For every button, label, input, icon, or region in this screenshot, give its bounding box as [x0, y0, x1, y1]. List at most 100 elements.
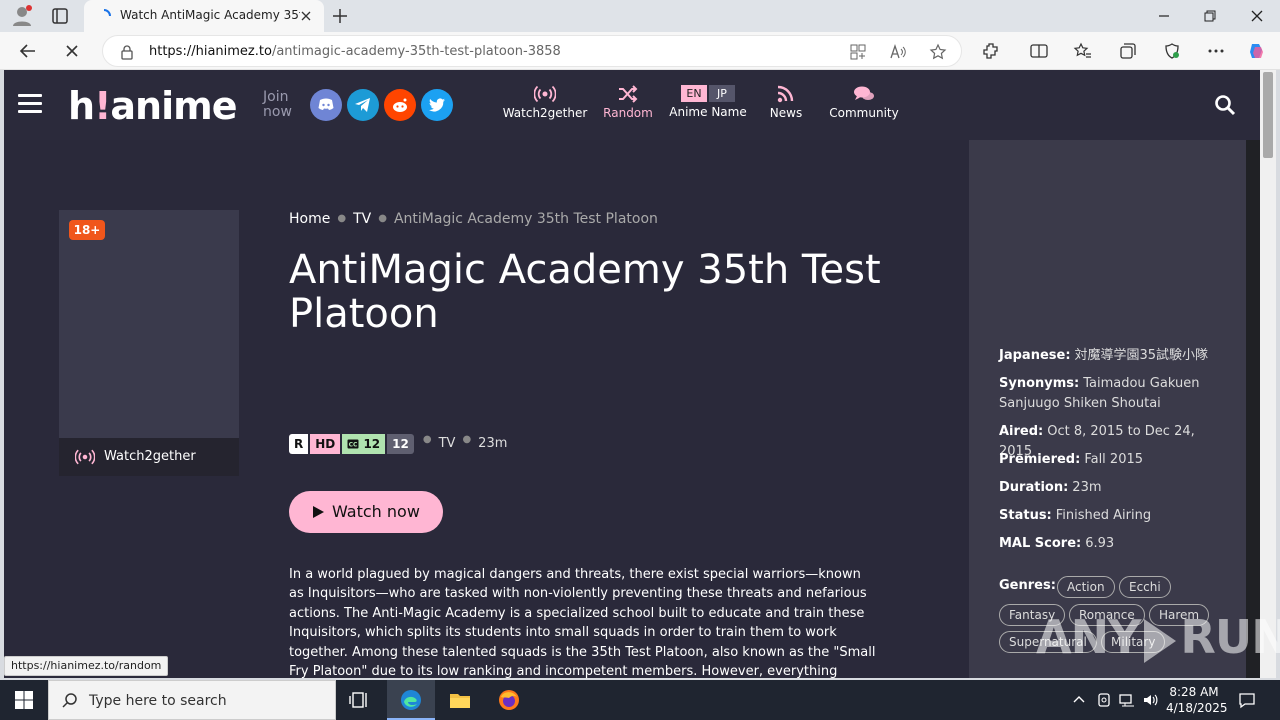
task-view-button[interactable]	[336, 680, 384, 720]
close-tab-icon[interactable]	[298, 8, 314, 24]
folder-icon	[450, 694, 470, 708]
profile-icon[interactable]	[10, 4, 34, 28]
anime-meta-ticks: R HD CC 12 12 ● TV ● 23m	[289, 434, 507, 454]
play-icon	[313, 506, 324, 518]
breadcrumb-current: AntiMagic Academy 35th Test Platoon	[393, 211, 658, 227]
twitter-button[interactable]	[421, 89, 453, 121]
browser-tab-active[interactable]: Watch AntiMagic Academy 35th Test Platoo…	[84, 0, 324, 32]
volume-icon[interactable]	[1142, 691, 1160, 709]
back-icon[interactable]	[18, 41, 38, 61]
url-text[interactable]: https://hianimez.to/antimagic-academy-35…	[149, 44, 561, 59]
taskbar-clock[interactable]: 8:28 AM 4/18/2025	[1166, 684, 1228, 716]
breadcrumb: Home ● TV ● AntiMagic Academy 35th Test Plat…	[289, 211, 658, 227]
read-aloud-icon[interactable]	[889, 43, 907, 61]
site-logo[interactable]: h!anime	[68, 84, 238, 128]
twitter-icon	[429, 98, 445, 112]
windows-start-icon[interactable]	[14, 690, 34, 710]
taskbar-file-explorer[interactable]	[436, 680, 484, 720]
scrollbar-thumb[interactable]	[1263, 72, 1273, 158]
watch-now-button[interactable]: Watch now	[289, 491, 443, 533]
telegram-button[interactable]	[347, 89, 379, 121]
info-status: Status: Finished Airing	[999, 508, 1152, 523]
new-tab-icon[interactable]	[330, 6, 350, 26]
search-icon	[62, 693, 77, 708]
shuffle-icon	[619, 85, 638, 103]
chat-bubbles-icon	[854, 86, 874, 100]
show-hidden-icons-chevron-icon[interactable]	[1070, 691, 1088, 709]
genre-tag[interactable]: Ecchi	[1119, 576, 1171, 598]
taskbar-search-box[interactable]: Type here to search	[48, 680, 336, 720]
anime-detail-main: 18+ Watch2gether Home ● TV ● AntiMagic Acade…	[4, 140, 969, 678]
sub-count-tick: CC 12	[342, 434, 386, 454]
reddit-icon	[393, 98, 407, 112]
anime-synopsis: In a world plagued by magical dangers an…	[289, 567, 876, 678]
anime-duration: 23m	[478, 436, 508, 451]
nav-community[interactable]: Community	[826, 85, 902, 120]
more-options-icon[interactable]	[1206, 41, 1226, 61]
network-icon[interactable]	[1118, 691, 1136, 709]
info-mal-score: MAL Score: 6.93	[999, 536, 1115, 551]
address-bar[interactable]: https://hianimez.to/antimagic-academy-35…	[102, 35, 962, 67]
hamburger-menu-icon[interactable]	[18, 94, 42, 116]
anime-type: TV	[438, 436, 456, 451]
genre-tag[interactable]: Action	[1057, 576, 1115, 598]
nav-anime-name-toggle[interactable]: EN JP Anime Name	[668, 85, 748, 119]
nav-random[interactable]: Random	[601, 85, 655, 120]
minimize-icon[interactable]	[1154, 6, 1174, 26]
tab-title: Watch AntiMagic Academy 35th Test Platoo…	[120, 8, 300, 22]
restore-icon[interactable]	[1200, 6, 1220, 26]
premiered-link[interactable]: Fall 2015	[1084, 452, 1143, 467]
info-premiered: Premiered: Fall 2015	[999, 452, 1144, 467]
status-bar-url: https://hianimez.to/random	[4, 656, 169, 676]
anime-title: AntiMagic Academy 35th Test Platoon	[289, 247, 881, 337]
nav-news[interactable]: News	[764, 85, 808, 120]
breadcrumb-home[interactable]: Home	[289, 211, 330, 227]
info-duration: Duration: 23m	[999, 480, 1102, 495]
tab-actions-icon[interactable]	[50, 6, 70, 26]
info-japanese: Japanese: 対魔導学園35試験小隊	[999, 348, 1209, 363]
breadcrumb-tv[interactable]: TV	[353, 211, 371, 227]
genres-label: Genres:	[999, 578, 1056, 593]
broadcast-icon	[75, 449, 95, 465]
site-header: h!anime Join now Watch2gether Random EN JP…	[4, 70, 1260, 140]
discord-button[interactable]	[310, 89, 342, 121]
episode-count-tick: 12	[387, 434, 414, 454]
taskbar-firefox[interactable]	[485, 680, 533, 720]
app-available-icon[interactable]	[849, 43, 867, 61]
device-icon[interactable]	[1095, 691, 1113, 709]
page-scrollbar[interactable]	[1260, 70, 1276, 678]
rss-icon	[777, 85, 794, 103]
taskbar-edge[interactable]	[387, 680, 435, 720]
stop-loading-icon[interactable]	[62, 41, 82, 61]
notifications-icon[interactable]	[1238, 691, 1256, 709]
info-synonyms: Synonyms: Taimadou Gakuen Sanjuugo Shiken…	[999, 376, 1200, 411]
task-view-icon	[349, 692, 367, 708]
close-window-icon[interactable]	[1247, 6, 1267, 26]
watch2gether-button[interactable]: Watch2gether	[59, 438, 239, 476]
telegram-icon	[355, 98, 370, 112]
copilot-icon[interactable]	[1247, 41, 1267, 61]
anyrun-watermark: ANY RUN	[1036, 610, 1280, 664]
split-screen-icon[interactable]	[1029, 41, 1049, 61]
favorites-icon[interactable]	[1073, 41, 1093, 61]
page-viewport: h!anime Join now Watch2gether Random EN JP…	[4, 70, 1276, 678]
anime-info-sidebar: Japanese: 対魔導学園35試験小隊 Synonyms: Taimadou G…	[969, 140, 1246, 678]
browser-tab-bar: Watch AntiMagic Academy 35th Test Platoo…	[0, 0, 1280, 32]
extensions-icon[interactable]	[981, 41, 1001, 61]
lang-en-toggle[interactable]: EN	[681, 85, 707, 102]
lang-jp-toggle[interactable]: JP	[709, 85, 735, 102]
age-rating-badge: 18+	[69, 220, 105, 240]
windows-taskbar: Type here to search 8:28 AM 4/18/2025	[0, 680, 1280, 720]
firefox-icon	[499, 690, 519, 710]
join-now-text: Join now	[263, 89, 292, 120]
favorite-star-icon[interactable]	[929, 43, 947, 61]
broadcast-icon	[534, 85, 556, 103]
reddit-button[interactable]	[384, 89, 416, 121]
nav-watch2gether[interactable]: Watch2gether	[502, 85, 588, 120]
browser-essentials-icon[interactable]	[1162, 41, 1182, 61]
svg-text:CC: CC	[349, 442, 358, 449]
discord-icon	[318, 98, 334, 110]
lock-icon[interactable]	[119, 44, 135, 60]
collections-icon[interactable]	[1118, 41, 1138, 61]
search-icon[interactable]	[1214, 94, 1236, 116]
